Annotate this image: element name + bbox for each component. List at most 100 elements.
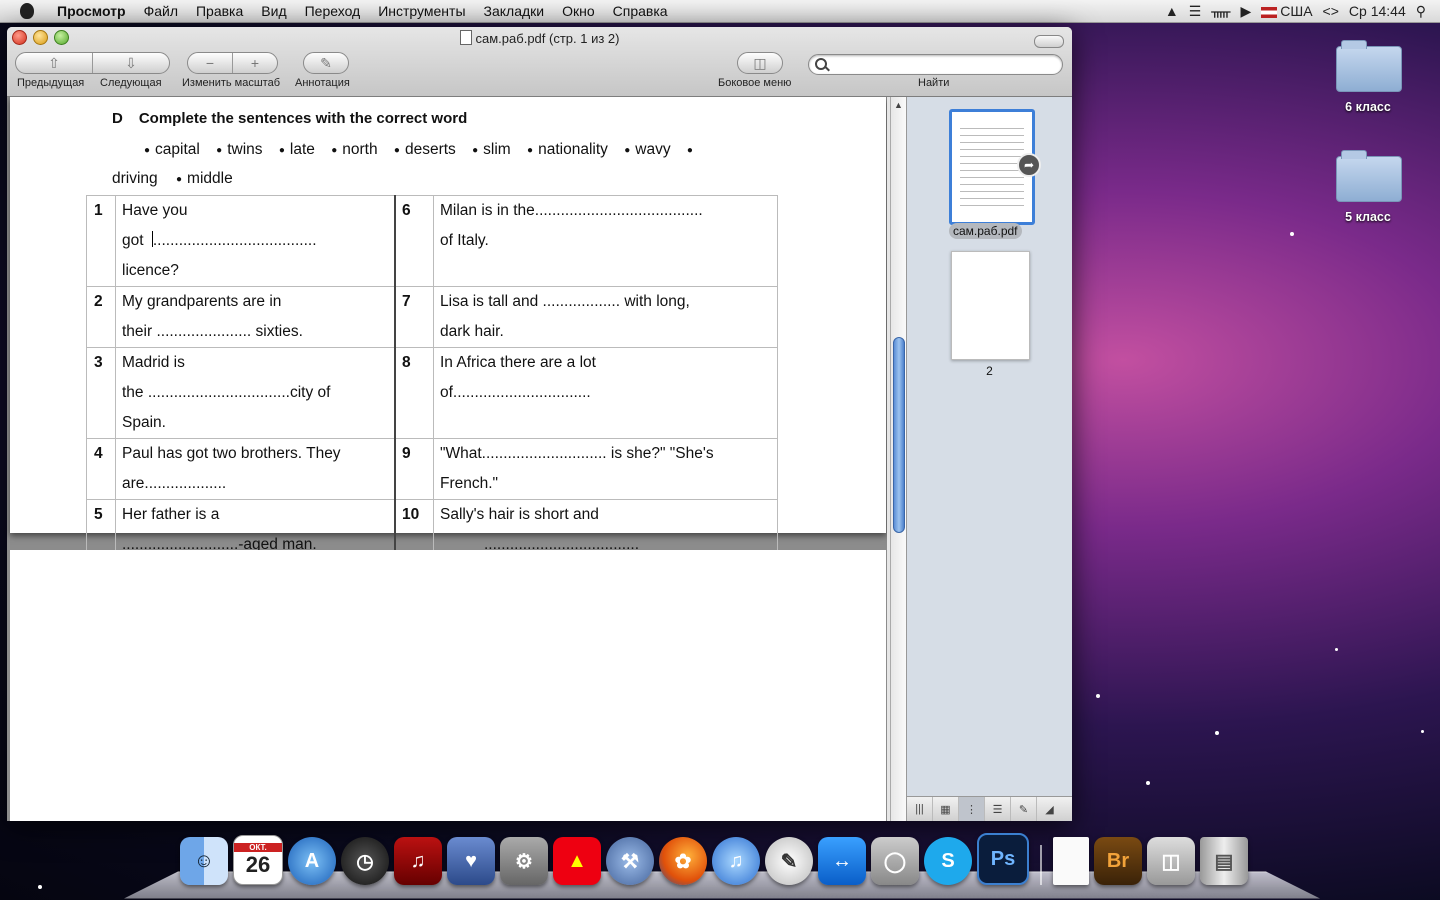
screen-sharing-icon[interactable]: <> — [1323, 3, 1339, 19]
folder-label-6[interactable]: 6 класс — [1318, 100, 1418, 114]
pdf-page-1[interactable]: D Complete the sentences with the correct… — [10, 97, 886, 561]
exercise-heading: D Complete the sentences with the correct… — [112, 110, 467, 127]
sidebar-toggle-button[interactable]: ◫ — [738, 53, 782, 73]
word-bank-item: capital — [144, 141, 200, 158]
adobe-icon[interactable]: ▲ — [1165, 3, 1179, 19]
menu-tools[interactable]: Инструменты — [369, 0, 474, 22]
columns-view-icon[interactable]: ||| — [907, 797, 933, 821]
bridge-folder-icon[interactable]: Br — [1094, 837, 1142, 885]
share-arrow-icon[interactable]: ➦ — [1017, 153, 1041, 177]
annotate-button[interactable]: ✎ — [304, 53, 348, 73]
itunes-icon[interactable]: ♫ — [712, 837, 760, 885]
system-preferences-icon[interactable]: ⚙ — [500, 837, 548, 885]
prev-page-button[interactable]: ⇧ — [16, 53, 92, 73]
sentence-line: Spain. — [122, 414, 166, 431]
trash-icon[interactable]: ▤ — [1200, 837, 1248, 885]
sentence-line: Milan is in the.........................… — [440, 202, 703, 219]
scroll-thumb[interactable] — [893, 337, 905, 533]
window-title: сам.раб.pdf (стр. 1 из 2) — [7, 30, 1072, 46]
toolbar-toggle-button[interactable] — [1034, 35, 1064, 48]
apple-icon[interactable] — [20, 3, 34, 19]
sentence-cell: Madrid is the ...........................… — [115, 347, 396, 439]
sentence-line: Lisa is tall and .................. with… — [440, 293, 690, 310]
photo-browser-icon[interactable]: ◯ — [871, 837, 919, 885]
sequel-pro-icon[interactable]: ♥ — [447, 837, 495, 885]
front-row-icon[interactable]: ♫ — [394, 837, 442, 885]
finder-icon[interactable]: ☺ — [180, 837, 228, 885]
star — [1146, 781, 1150, 785]
vertical-scrollbar[interactable]: ▲ — [890, 97, 906, 821]
thumbnail-sidebar: ➦ сам.раб.pdf 2 ||| ▦ ⋮ ☰ ✎ ◢ — [906, 97, 1072, 821]
drawing-app-icon[interactable]: ▲ — [553, 837, 601, 885]
exercise-table: 1 Have you got ..........................… — [86, 195, 778, 561]
zoom-in-button[interactable]: + — [232, 53, 277, 73]
document-icon[interactable] — [1053, 837, 1089, 885]
item-number: 9 — [394, 438, 434, 500]
teamviewer-icon[interactable]: ↔ — [818, 837, 866, 885]
folder-icon[interactable] — [1336, 40, 1402, 92]
exercise-title: Complete the sentences with the correct … — [138, 110, 468, 127]
search-field[interactable] — [808, 54, 1063, 75]
scroll-up-arrow-icon[interactable]: ▲ — [894, 100, 903, 110]
star — [1096, 694, 1100, 698]
menu-window[interactable]: Окно — [553, 0, 604, 22]
clock[interactable]: Ср 14:44 — [1349, 3, 1406, 19]
plus-icon: + — [250, 55, 260, 71]
zoom-out-button[interactable]: − — [188, 53, 232, 73]
thumbnail-caption: 2 — [986, 364, 993, 378]
xcode-icon[interactable]: ⚒ — [606, 837, 654, 885]
folder-icon[interactable] — [1336, 150, 1402, 202]
star — [1335, 648, 1338, 651]
input-source-label: США — [1280, 3, 1313, 19]
item-number: 7 — [394, 286, 434, 348]
pdf-page-2[interactable] — [10, 550, 886, 821]
menu-app[interactable]: Просмотр — [48, 0, 135, 22]
skype-icon[interactable]: S — [924, 837, 972, 885]
item-number: 4 — [86, 438, 116, 500]
menu-file[interactable]: Файл — [135, 0, 187, 22]
menu-bookmarks[interactable]: Закладки — [475, 0, 554, 22]
menu-edit[interactable]: Правка — [187, 0, 252, 22]
menu-help[interactable]: Справка — [604, 0, 677, 22]
sidebar-view-controls: ||| ▦ ⋮ ☰ ✎ ◢ — [907, 796, 1072, 821]
menu-go[interactable]: Переход — [296, 0, 370, 22]
dashboard-icon[interactable]: ◷ — [341, 837, 389, 885]
sentence-line: Paul has got two brothers. They — [122, 445, 341, 462]
resize-handle-icon[interactable]: ◢ — [1037, 797, 1062, 821]
sentence-line: of................................ — [440, 384, 591, 401]
document-view[interactable]: D Complete the sentences with the correct… — [7, 97, 887, 821]
prev-label: Предыдущая — [17, 77, 85, 89]
menu-view[interactable]: Вид — [252, 0, 295, 22]
thumbnail-view-icon[interactable]: ⋮ — [959, 797, 985, 821]
bluetooth-icon[interactable]: ᚅ — [1211, 3, 1230, 20]
search-input[interactable] — [831, 56, 1055, 72]
annotations-view-icon[interactable]: ✎ — [1011, 797, 1037, 821]
input-source[interactable]: США — [1261, 3, 1313, 19]
list-view-icon[interactable]: ☰ — [985, 797, 1011, 821]
calendar-icon[interactable]: ОКТ. 26 — [233, 835, 283, 885]
wifi-icon[interactable]: ☰ — [1189, 3, 1202, 20]
firefox-icon[interactable]: ✿ — [659, 837, 707, 885]
sentence-line: ...................................... — [152, 232, 317, 249]
table-row: 2 My grandparents are in their ..........… — [86, 286, 778, 348]
sentence-cell: "What............................. is sh… — [433, 438, 778, 500]
photoshop-icon[interactable]: Ps — [977, 833, 1029, 885]
spotlight-icon[interactable]: ⚲ — [1416, 3, 1426, 20]
minus-icon: − — [205, 55, 215, 71]
volume-icon[interactable]: ▶ — [1240, 3, 1251, 20]
sentence-line: the .................................cit… — [122, 384, 331, 401]
next-page-button[interactable]: ⇩ — [92, 53, 169, 73]
star — [1215, 731, 1219, 735]
word-bank-item: wavy — [624, 141, 670, 158]
downloads-stack-icon[interactable]: ◫ — [1147, 837, 1195, 885]
script-editor-icon[interactable]: ✎ — [765, 837, 813, 885]
page-thumbnail-2[interactable] — [951, 251, 1030, 360]
sentence-line: Sally's hair is short and — [440, 506, 599, 523]
folder-label-5[interactable]: 5 класс — [1318, 210, 1418, 224]
grid-view-icon[interactable]: ▦ — [933, 797, 959, 821]
search-icon — [815, 58, 827, 70]
arrow-down-icon: ⇩ — [125, 54, 137, 71]
app-store-icon[interactable]: A — [288, 837, 336, 885]
bullet — [687, 141, 693, 158]
menu-bar: Просмотр Файл Правка Вид Переход Инструм… — [0, 0, 1440, 23]
